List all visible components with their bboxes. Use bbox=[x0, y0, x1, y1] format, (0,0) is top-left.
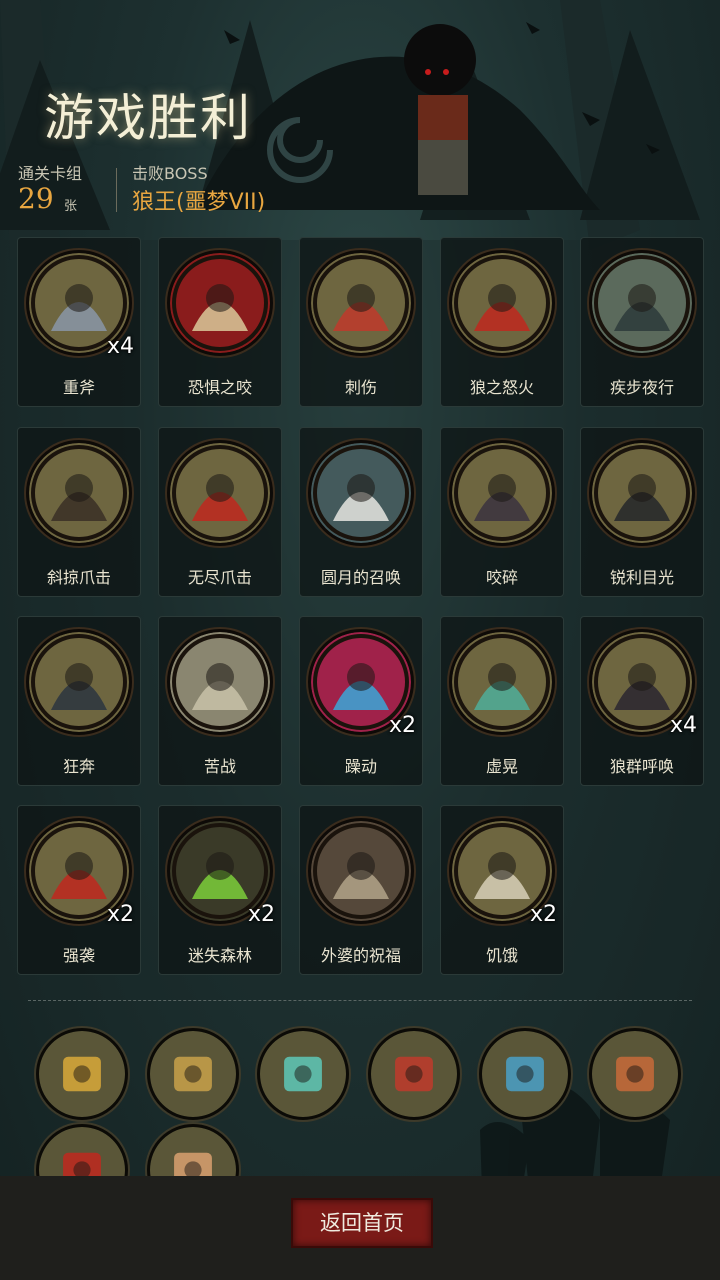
card-item[interactable]: 咬碎 bbox=[440, 427, 564, 597]
card-item[interactable]: 虚晃 bbox=[440, 616, 564, 786]
card-label: 苦战 bbox=[203, 757, 236, 776]
card-count: x2 bbox=[106, 902, 134, 927]
wolf-charge-icon bbox=[26, 629, 132, 735]
card-label: 虚晃 bbox=[485, 757, 518, 776]
card-item[interactable]: x2 躁动 bbox=[299, 616, 423, 786]
card-item[interactable]: x2 强袭 bbox=[17, 805, 141, 975]
card-count: x4 bbox=[669, 713, 697, 738]
dagger-icon bbox=[308, 250, 414, 356]
card-label: 强袭 bbox=[62, 946, 95, 965]
deck-unit: 张 bbox=[64, 199, 78, 214]
werewolf-leap-icon bbox=[26, 440, 132, 546]
boss-label: 击败BOSS bbox=[132, 164, 208, 183]
full-moon-icon bbox=[308, 440, 414, 546]
page-title: 游戏胜利 bbox=[44, 89, 252, 147]
card-label: 疾步夜行 bbox=[609, 378, 674, 397]
card-item[interactable]: 刺伤 bbox=[299, 237, 423, 407]
monster-mouth-icon bbox=[167, 250, 273, 356]
knight-fight-icon bbox=[167, 629, 273, 735]
card-label: 躁动 bbox=[344, 757, 377, 776]
treasure-chest-icon[interactable] bbox=[36, 1028, 128, 1120]
card-item[interactable]: x4 重斧 bbox=[17, 237, 141, 407]
cards-swirl-icon[interactable] bbox=[257, 1028, 349, 1120]
card-item[interactable]: 狂奔 bbox=[17, 616, 141, 786]
card-label: 狼群呼唤 bbox=[609, 757, 674, 776]
werewolf-rage-icon bbox=[449, 250, 555, 356]
card-label: 狂奔 bbox=[62, 757, 95, 776]
card-item[interactable]: 外婆的祝福 bbox=[299, 805, 423, 975]
wolf-head-icon bbox=[589, 440, 695, 546]
card-label: 斜掠爪击 bbox=[46, 568, 111, 587]
card-hand-icon[interactable] bbox=[479, 1028, 571, 1120]
deck-count: 29 bbox=[18, 182, 54, 215]
card-label: 重斧 bbox=[62, 378, 95, 397]
card-label: 咬碎 bbox=[485, 568, 518, 587]
card-label: 刺伤 bbox=[344, 378, 377, 397]
card-item[interactable]: x2 迷失森林 bbox=[158, 805, 282, 975]
card-count: x4 bbox=[106, 334, 134, 359]
boss-name: 狼王(噩梦VII) bbox=[132, 190, 266, 215]
pirate-captain-icon[interactable] bbox=[589, 1028, 681, 1120]
stat-divider bbox=[116, 168, 117, 212]
hourglass-icon[interactable] bbox=[147, 1028, 239, 1120]
card-item[interactable]: 无尽爪击 bbox=[158, 427, 282, 597]
card-item[interactable]: x2 饥饿 bbox=[440, 805, 564, 975]
deck-label: 通关卡组 bbox=[18, 164, 83, 183]
claw-slash-icon bbox=[167, 440, 273, 546]
card-label: 圆月的召唤 bbox=[320, 568, 401, 587]
section-divider bbox=[28, 1000, 692, 1001]
grandma-icon bbox=[308, 818, 414, 924]
card-label: 无尽爪击 bbox=[187, 568, 252, 587]
card-item[interactable]: 狼之怒火 bbox=[440, 237, 564, 407]
card-label: 迷失森林 bbox=[187, 946, 252, 965]
card-item[interactable]: x4 狼群呼唤 bbox=[580, 616, 704, 786]
card-item[interactable]: 疾步夜行 bbox=[580, 237, 704, 407]
card-item[interactable]: 圆月的召唤 bbox=[299, 427, 423, 597]
card-label: 外婆的祝福 bbox=[320, 946, 401, 965]
card-label: 锐利目光 bbox=[609, 568, 674, 587]
dna-helix-icon[interactable] bbox=[368, 1028, 460, 1120]
card-item[interactable]: 锐利目光 bbox=[580, 427, 704, 597]
card-label: 狼之怒火 bbox=[469, 378, 534, 397]
werewolf-bite-icon bbox=[449, 440, 555, 546]
wolf-running-icon bbox=[589, 250, 695, 356]
card-label: 恐惧之咬 bbox=[187, 378, 252, 397]
return-home-button[interactable]: 返回首页 bbox=[291, 1198, 433, 1248]
card-count: x2 bbox=[388, 713, 416, 738]
card-count: x2 bbox=[529, 902, 557, 927]
card-item[interactable]: 斜掠爪击 bbox=[17, 427, 141, 597]
card-item[interactable]: 恐惧之咬 bbox=[158, 237, 282, 407]
card-item[interactable]: 苦战 bbox=[158, 616, 282, 786]
boxer-icon bbox=[449, 629, 555, 735]
card-label: 饥饿 bbox=[485, 946, 518, 965]
card-count: x2 bbox=[247, 902, 275, 927]
